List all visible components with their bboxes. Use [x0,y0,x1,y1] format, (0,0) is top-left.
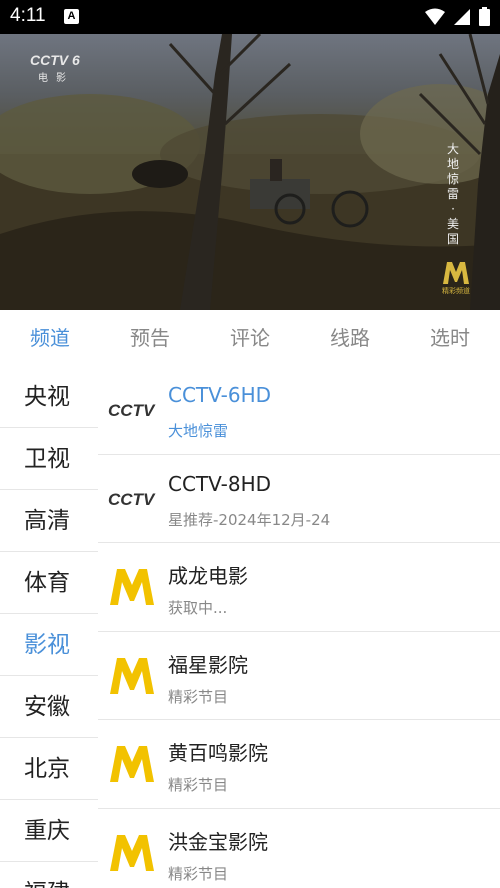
category-item-beijing[interactable]: 北京 [0,738,98,800]
channel-item[interactable]: 洪金宝影院 精彩节目 [98,809,500,888]
category-item-cctv[interactable]: 央视 [0,366,98,428]
channel-program: 精彩节目 [168,776,229,794]
channel-program: 大地惊雷 [168,422,229,440]
m-logo-icon [443,262,469,284]
brand-watermark: 精彩频道 [442,262,470,296]
video-player[interactable]: CCTV 6 电影 大地惊雷·美国 精彩频道 [0,34,500,310]
watermark-text: 精彩频道 [442,288,470,295]
tab-channels[interactable]: 频道 [0,310,100,366]
tab-comments[interactable]: 评论 [200,310,300,366]
cctv-logo-icon: CCTV [108,392,156,428]
status-icons [425,7,490,26]
m-logo-icon [108,834,156,871]
cctv-logo-icon: CCTV [108,481,156,517]
channel-name: 成龙电影 [168,564,248,588]
category-item-satellite[interactable]: 卫视 [0,428,98,490]
channel-program: 星推荐-2024年12月-24 [168,510,331,529]
channel-list: CCTV CCTV-6HD 大地惊雷 CCTV CCTV-8HD 星推荐-202… [98,366,500,888]
channel-name: 洪金宝影院 [168,829,268,854]
channel-name: CCTV-8HD [168,471,272,496]
svg-text:CCTV: CCTV [108,490,156,509]
m-logo-icon [108,746,156,782]
wifi-icon [425,8,445,25]
tab-bar: 频道 预告 评论 线路 选时 [0,310,500,366]
channel-item[interactable]: 黄百鸣影院 精彩节目 [98,720,500,809]
channel-logo-line2: 电影 [38,73,74,84]
category-item-movies[interactable]: 影视 [0,614,98,676]
category-item-hd[interactable]: 高清 [0,490,98,552]
channel-logo-line1: CCTV 6 [30,52,80,68]
svg-text:CCTV: CCTV [108,401,156,420]
status-bar: 4:11 A [0,0,500,34]
tab-routes[interactable]: 线路 [300,310,400,366]
channel-item[interactable]: CCTV CCTV-6HD 大地惊雷 [98,366,500,455]
signal-icon [454,8,470,25]
channel-program: 获取中... [168,599,228,617]
tab-preview[interactable]: 预告 [100,310,200,366]
channel-watermark-logo: CCTV 6 电影 [30,52,80,84]
program-title-vertical: 大地惊雷·美国 [446,142,459,246]
channel-program: 精彩节目 [168,864,229,883]
channel-name: 福星影院 [168,652,248,677]
category-item-anhui[interactable]: 安徽 [0,676,98,738]
channel-item[interactable]: CCTV CCTV-8HD 星推荐-2024年12月-24 [98,455,500,543]
battery-icon [479,7,490,26]
channel-name: CCTV-6HD [168,383,272,407]
channel-program: 精彩节目 [168,687,229,706]
m-logo-icon [108,569,156,605]
category-item-sports[interactable]: 体育 [0,552,98,614]
category-item-chongqing[interactable]: 重庆 [0,800,98,862]
status-time: 4:11 [10,5,46,26]
notification-a-icon: A [64,9,79,24]
tab-select-time[interactable]: 选时 [400,310,500,366]
category-item-fujian[interactable]: 福建 [0,862,98,888]
channel-item[interactable]: 福星影院 精彩节目 [98,632,500,720]
category-list: 央视 卫视 高清 体育 影视 安徽 北京 重庆 福建 [0,366,98,888]
channel-name: 黄百鸣影院 [168,741,268,765]
channel-item[interactable]: 成龙电影 获取中... [98,543,500,632]
m-logo-icon [108,657,156,694]
